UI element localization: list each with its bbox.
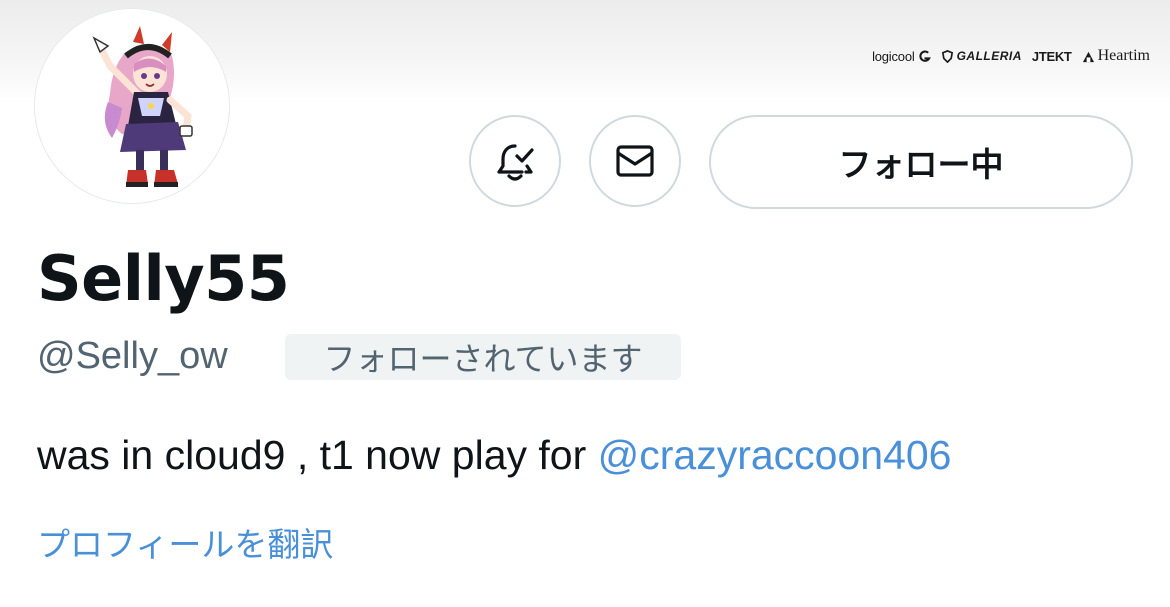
user-handle: @Selly_ow xyxy=(37,335,228,377)
follows-you-badge: フォローされています xyxy=(285,334,681,380)
profile-bio: was in cloud9 , t1 now play for @crazyra… xyxy=(37,430,952,480)
shield-icon xyxy=(941,49,953,63)
envelope-icon xyxy=(616,145,654,177)
bell-check-icon xyxy=(497,144,534,181)
avatar-character-illustration xyxy=(92,26,193,187)
sponsor-heartim: Heartim xyxy=(1082,47,1150,65)
following-button[interactable]: フォロー中 xyxy=(709,115,1133,209)
message-button[interactable] xyxy=(589,115,681,207)
bio-text: was in cloud9 , t1 now play for xyxy=(37,432,598,478)
sponsor-jtekt: JTEKT xyxy=(1031,48,1072,64)
sponsor-galleria: GALLERIA xyxy=(941,49,1022,63)
logitech-g-icon xyxy=(918,50,931,62)
house-icon xyxy=(1082,51,1094,62)
display-name: Selly55 xyxy=(37,242,290,315)
avatar[interactable] xyxy=(38,12,226,200)
translate-profile-link[interactable]: プロフィールを翻訳 xyxy=(37,523,333,567)
bio-mention-link[interactable]: @crazyraccoon406 xyxy=(598,432,952,478)
sponsor-logos: logicool GALLERIA JTEKT Heartim xyxy=(872,44,1150,68)
notifications-button[interactable] xyxy=(469,115,561,207)
sponsor-logicool: logicool xyxy=(872,49,931,64)
